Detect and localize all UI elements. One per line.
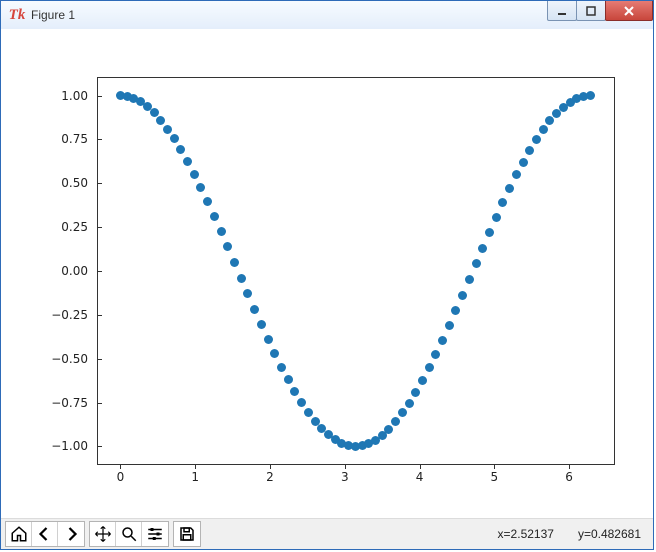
ytick-label: −0.50 xyxy=(51,352,88,366)
nav-toolbar: x=2.52137 y=0.482681 xyxy=(1,518,653,549)
data-point xyxy=(391,417,400,426)
xtick-label: 1 xyxy=(191,470,199,484)
data-point xyxy=(478,244,487,253)
nav-group-save xyxy=(173,521,201,547)
ytick-label: 0.75 xyxy=(61,132,88,146)
data-point xyxy=(451,306,460,315)
data-point xyxy=(196,183,205,192)
data-point xyxy=(230,258,239,267)
close-button[interactable] xyxy=(605,1,653,21)
data-point xyxy=(539,125,548,134)
data-point xyxy=(243,289,252,298)
cursor-coords: x=2.52137 y=0.482681 xyxy=(498,527,641,541)
data-point xyxy=(411,388,420,397)
data-point xyxy=(156,116,165,125)
data-point xyxy=(384,425,393,434)
ytick-label: 1.00 xyxy=(61,89,88,103)
data-point xyxy=(237,274,246,283)
ytick-label: 0.00 xyxy=(61,264,88,278)
xtick-label: 4 xyxy=(416,470,424,484)
nav-group-home xyxy=(5,521,85,547)
data-point xyxy=(586,91,595,100)
tk-app-icon: Tk xyxy=(9,7,25,23)
data-point xyxy=(250,305,259,314)
data-point xyxy=(425,363,434,372)
xtick-label: 5 xyxy=(491,470,499,484)
data-point xyxy=(431,350,440,359)
data-point xyxy=(512,170,521,179)
save-button[interactable] xyxy=(174,522,200,546)
data-point xyxy=(190,170,199,179)
plot-canvas[interactable]: −1.00 −0.75 −0.50 −0.25 0.00 0.25 0.50 0.75 1.00… xyxy=(1,29,653,519)
figure-window: Tk Figure 1 −1.00 −0.75 −0.50 −0.25 0.00 0.25… xyxy=(0,0,654,550)
data-point xyxy=(170,134,179,143)
data-point xyxy=(217,227,226,236)
coord-y: y=0.482681 xyxy=(578,527,641,541)
zoom-button[interactable] xyxy=(116,522,142,546)
window-controls xyxy=(548,1,653,21)
configure-button[interactable] xyxy=(142,522,168,546)
xtick-label: 0 xyxy=(117,470,125,484)
ytick-label: 0.25 xyxy=(61,220,88,234)
data-point xyxy=(458,291,467,300)
titlebar[interactable]: Tk Figure 1 xyxy=(1,1,653,30)
maximize-button[interactable] xyxy=(576,1,606,21)
data-point xyxy=(297,398,306,407)
data-point xyxy=(176,145,185,154)
back-button[interactable] xyxy=(32,522,58,546)
data-point xyxy=(445,321,454,330)
home-button[interactable] xyxy=(6,522,32,546)
xtick-label: 6 xyxy=(565,470,573,484)
data-point xyxy=(257,320,266,329)
data-point xyxy=(398,408,407,417)
pan-button[interactable] xyxy=(90,522,116,546)
data-point xyxy=(472,259,481,268)
axes: −1.00−0.75−0.50−0.250.000.250.500.751.00… xyxy=(97,77,615,465)
data-point xyxy=(485,228,494,237)
ytick-label: −0.75 xyxy=(51,396,88,410)
data-point xyxy=(183,157,192,166)
data-point xyxy=(525,146,534,155)
data-point xyxy=(223,242,232,251)
ytick-label: −0.25 xyxy=(51,308,88,322)
coord-x: x=2.52137 xyxy=(498,527,554,541)
window-title: Figure 1 xyxy=(31,8,75,22)
data-point xyxy=(498,198,507,207)
data-point xyxy=(519,158,528,167)
ytick-label: −1.00 xyxy=(51,439,88,453)
xtick-label: 3 xyxy=(341,470,349,484)
data-point xyxy=(163,125,172,134)
data-point xyxy=(545,116,554,125)
data-point xyxy=(277,363,286,372)
data-point xyxy=(492,213,501,222)
data-point xyxy=(210,212,219,221)
xtick-label: 2 xyxy=(266,470,274,484)
data-point xyxy=(465,275,474,284)
data-point xyxy=(304,408,313,417)
data-point xyxy=(405,399,414,408)
data-point xyxy=(532,135,541,144)
data-point xyxy=(505,184,514,193)
data-point xyxy=(270,349,279,358)
data-point xyxy=(284,375,293,384)
data-point xyxy=(290,387,299,396)
data-point xyxy=(418,376,427,385)
ytick-label: 0.50 xyxy=(61,176,88,190)
forward-button[interactable] xyxy=(58,522,84,546)
data-point xyxy=(264,335,273,344)
nav-group-view xyxy=(89,521,169,547)
minimize-button[interactable] xyxy=(547,1,577,21)
data-point xyxy=(203,197,212,206)
data-point xyxy=(438,336,447,345)
